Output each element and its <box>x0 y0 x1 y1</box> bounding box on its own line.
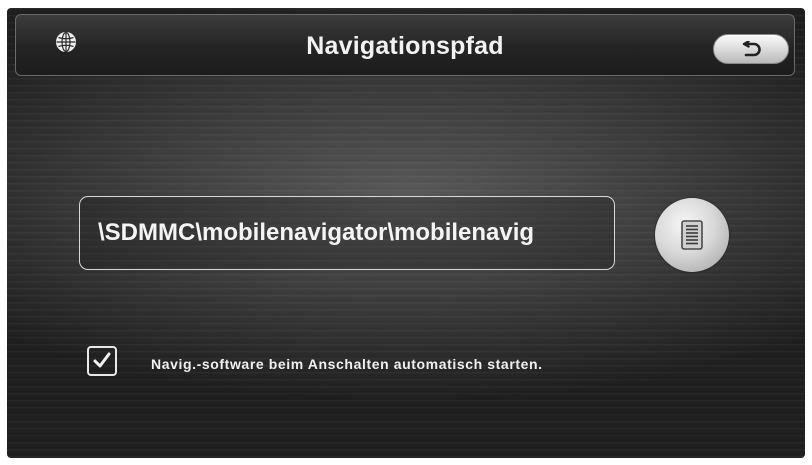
browse-button[interactable] <box>655 198 729 272</box>
autostart-checkbox[interactable] <box>87 346 117 376</box>
title-bar: Navigationspfad <box>15 14 795 76</box>
page-title: Navigationspfad <box>306 32 504 60</box>
list-icon <box>681 220 703 250</box>
back-button[interactable] <box>713 34 789 64</box>
autostart-label: Navig.-software beim Anschalten automati… <box>151 356 543 372</box>
return-arrow-icon <box>742 41 761 57</box>
navigation-path-value: \SDMMC\mobilenavigator\mobilenavig <box>98 219 535 246</box>
navigation-path-field[interactable]: \SDMMC\mobilenavigator\mobilenavig <box>79 196 615 270</box>
navigation-path-screen: Navigationspfad \SDMMC\mobilenavigator\m… <box>7 8 805 458</box>
checkmark-icon <box>93 352 111 368</box>
